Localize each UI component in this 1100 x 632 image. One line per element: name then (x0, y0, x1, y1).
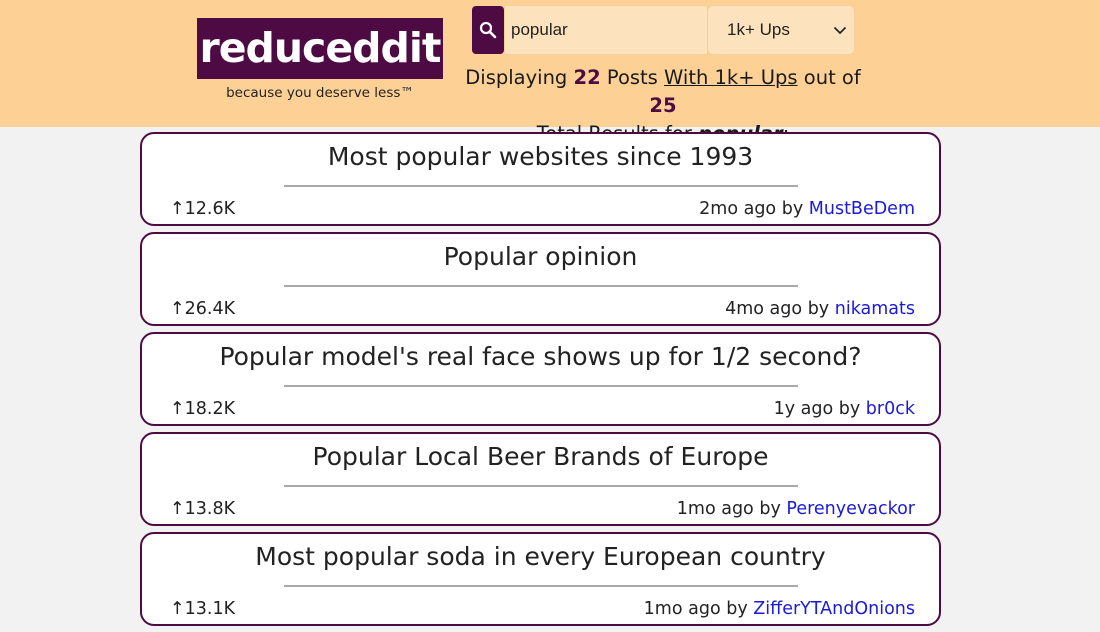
shown-count: 22 (573, 66, 601, 89)
post-author-link[interactable]: ZifferYTAndOnions (753, 599, 915, 619)
post-divider (284, 485, 798, 487)
tagline: because you deserve less™ (226, 85, 414, 101)
post-divider (284, 285, 798, 287)
post-age: 1mo ago (676, 499, 754, 519)
post-card[interactable]: Popular model's real face shows up for 1… (140, 332, 941, 426)
post-by: by (807, 299, 830, 319)
post-title[interactable]: Popular Local Beer Brands of Europe (142, 442, 939, 471)
post-upvotes: ↑13.1K (170, 599, 236, 619)
post-card[interactable]: Popular Local Beer Brands of Europe ↑13.… (140, 432, 941, 526)
post-meta: 2mo ago by MustBeDem (699, 199, 915, 219)
search-button[interactable] (472, 6, 504, 54)
post-title[interactable]: Popular model's real face shows up for 1… (142, 342, 939, 371)
post-age: 2mo ago (699, 199, 777, 219)
ups-filter-value: 1k+ Ups (727, 20, 790, 39)
summary-filter-link[interactable]: With 1k+ Ups (664, 66, 798, 89)
post-divider (284, 585, 798, 587)
post-by: by (838, 399, 861, 419)
search-input[interactable]: popular (504, 5, 708, 55)
chevron-down-icon (826, 26, 854, 35)
post-meta: 1y ago by br0ck (774, 399, 915, 419)
post-author-link[interactable]: nikamats (835, 299, 915, 319)
post-age: 4mo ago (725, 299, 803, 319)
site-logo[interactable]: reduceddit (197, 18, 443, 79)
summary-line-1: Displaying 22 Posts With 1k+ Ups out of … (450, 64, 876, 120)
post-upvotes: ↑18.2K (170, 399, 236, 419)
post-author-link[interactable]: Perenyevackor (786, 499, 915, 519)
post-upvotes: ↑12.6K (170, 199, 236, 219)
post-divider (284, 185, 798, 187)
post-author-link[interactable]: MustBeDem (809, 199, 915, 219)
post-title[interactable]: Popular opinion (142, 242, 939, 271)
post-by: by (726, 599, 748, 619)
post-title[interactable]: Most popular websites since 1993 (142, 142, 939, 171)
post-by: by (759, 499, 781, 519)
post-card[interactable]: Popular opinion ↑26.4K 4mo ago by nikama… (140, 232, 941, 326)
post-meta: 1mo ago by ZifferYTAndOnions (644, 599, 915, 619)
post-age: 1y ago (773, 399, 834, 419)
ups-filter-select[interactable]: 1k+ Ups (707, 5, 855, 55)
post-meta: 1mo ago by Perenyevackor (677, 499, 915, 519)
post-card[interactable]: Most popular soda in every European coun… (140, 532, 941, 626)
post-meta: 4mo ago by nikamats (725, 299, 915, 319)
post-title[interactable]: Most popular soda in every European coun… (142, 542, 939, 571)
post-by: by (781, 199, 804, 219)
post-upvotes: ↑13.8K (170, 499, 236, 519)
logo-area: reduceddit because you deserve less™ (197, 18, 443, 101)
post-card[interactable]: Most popular websites since 1993 ↑12.6K … (140, 132, 941, 226)
post-age: 1mo ago (643, 599, 721, 619)
total-count: 25 (649, 94, 677, 117)
post-list: Most popular websites since 1993 ↑12.6K … (140, 132, 941, 632)
site-header: reduceddit because you deserve less™ pop… (0, 0, 1100, 145)
post-divider (284, 385, 798, 387)
post-author-link[interactable]: br0ck (866, 399, 915, 419)
post-upvotes: ↑26.4K (170, 299, 236, 319)
summary-prefix: Displaying (465, 66, 568, 89)
summary-out-of: out of (803, 66, 861, 89)
summary-posts-word: Posts (606, 66, 658, 89)
search-icon (479, 21, 497, 39)
